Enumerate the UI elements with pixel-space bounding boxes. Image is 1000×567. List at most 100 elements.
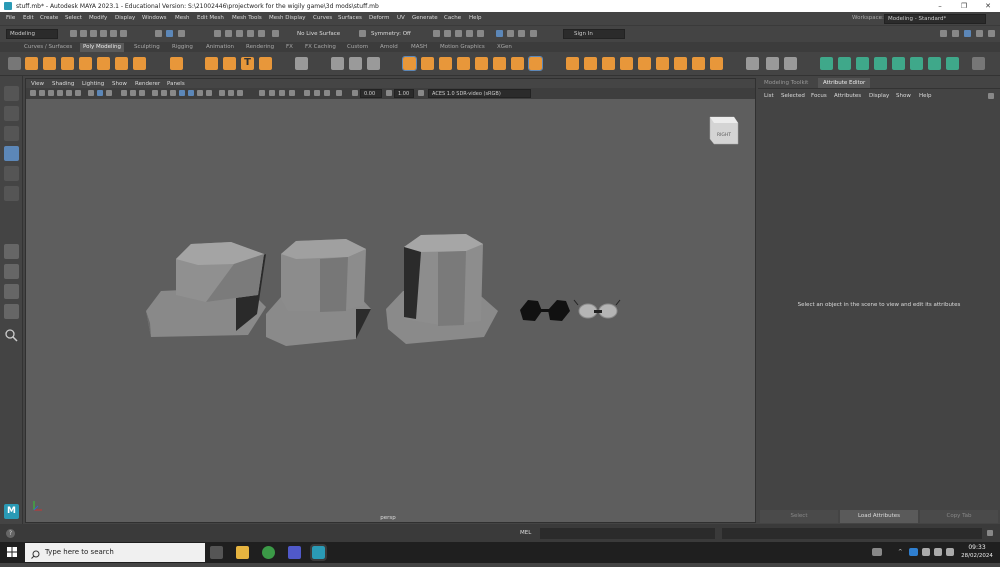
- multi-cut-icon[interactable]: [511, 57, 524, 70]
- modeling-toolkit-icon[interactable]: [988, 30, 995, 37]
- hat-mesh-3[interactable]: [386, 234, 498, 344]
- planar-map-icon[interactable]: [710, 57, 723, 70]
- snap-curve-icon[interactable]: [225, 30, 232, 37]
- menu-display[interactable]: Display: [115, 15, 135, 21]
- tab-xgen[interactable]: XGen: [497, 43, 512, 52]
- keyboard-icon[interactable]: [872, 548, 882, 556]
- close-button[interactable]: ✕: [976, 0, 1000, 12]
- sign-in-dropdown[interactable]: Sign In: [563, 29, 625, 39]
- two-view-icon[interactable]: [4, 284, 19, 299]
- ae-menu-show[interactable]: Show: [896, 93, 911, 99]
- isolate-select-icon[interactable]: [304, 90, 310, 96]
- single-view-icon[interactable]: [4, 244, 19, 259]
- workspace-dropdown[interactable]: Modeling - Standard*: [884, 14, 986, 24]
- types-icon[interactable]: [295, 57, 308, 70]
- shelf-scroll-icon[interactable]: [972, 57, 985, 70]
- help-line-icon[interactable]: ?: [6, 529, 15, 538]
- channel-box-icon[interactable]: [952, 30, 959, 37]
- bridge-icon[interactable]: [421, 57, 434, 70]
- hat-mesh-1[interactable]: [146, 242, 266, 337]
- safe-action-icon[interactable]: [139, 90, 145, 96]
- default-material-icon[interactable]: [179, 90, 185, 96]
- menu-deform[interactable]: Deform: [369, 15, 389, 21]
- spray-brush-icon[interactable]: [946, 57, 959, 70]
- ae-menu-list[interactable]: List: [764, 93, 774, 99]
- tray-overflow-icon[interactable]: ^: [898, 549, 903, 555]
- tab-rendering[interactable]: Rendering: [246, 43, 274, 52]
- panel-menu-lighting[interactable]: Lighting: [82, 81, 104, 87]
- menu-file[interactable]: File: [6, 15, 15, 21]
- tab-arnold[interactable]: Arnold: [380, 43, 398, 52]
- xray-joints-icon[interactable]: [228, 90, 234, 96]
- separate-icon[interactable]: [349, 57, 362, 70]
- select-object-icon[interactable]: [166, 30, 173, 37]
- teams-icon[interactable]: [288, 546, 301, 559]
- pinch-brush-icon[interactable]: [892, 57, 905, 70]
- move-tool-icon[interactable]: [4, 146, 19, 161]
- command-input[interactable]: [540, 528, 715, 539]
- panel-menu-show[interactable]: Show: [112, 81, 127, 87]
- triangulate-icon[interactable]: [656, 57, 669, 70]
- multisample-aa-icon[interactable]: [279, 90, 285, 96]
- uv-editor-icon[interactable]: [692, 57, 705, 70]
- script-editor-icon[interactable]: [987, 530, 993, 536]
- scale-tool-icon[interactable]: [4, 186, 19, 201]
- tab-custom[interactable]: Custom: [347, 43, 368, 52]
- select-tool-icon[interactable]: [4, 86, 19, 101]
- ae-menu-display[interactable]: Display: [869, 93, 889, 99]
- shadows-icon[interactable]: [206, 90, 212, 96]
- volume-icon[interactable]: [934, 548, 942, 556]
- image-plane-icon[interactable]: [57, 90, 63, 96]
- load-attributes-button[interactable]: Load Attributes: [840, 510, 918, 523]
- menu-edit[interactable]: Edit: [23, 15, 34, 21]
- panel-menu-shading[interactable]: Shading: [52, 81, 74, 87]
- render-view-icon[interactable]: [444, 30, 451, 37]
- use-all-lights-icon[interactable]: [197, 90, 203, 96]
- grease-pencil-icon[interactable]: [75, 90, 81, 96]
- ae-menu-attributes[interactable]: Attributes: [834, 93, 861, 99]
- maya-taskbar-icon[interactable]: [310, 544, 327, 561]
- search-icon[interactable]: [4, 328, 19, 343]
- poly-torus-icon[interactable]: [97, 57, 110, 70]
- snap-point-icon[interactable]: [236, 30, 243, 37]
- new-scene-icon[interactable]: [70, 30, 77, 37]
- paint-select-icon[interactable]: [4, 126, 19, 141]
- snap-surface-icon[interactable]: [258, 30, 265, 37]
- 2d-pan-zoom-icon[interactable]: [66, 90, 72, 96]
- motion-blur-icon[interactable]: [269, 90, 275, 96]
- delete-history-icon[interactable]: [784, 57, 797, 70]
- text-icon[interactable]: T: [241, 57, 254, 70]
- sculpt-tool-icon[interactable]: [820, 57, 833, 70]
- textured-icon[interactable]: [188, 90, 194, 96]
- xray-icon[interactable]: [219, 90, 225, 96]
- tool-settings-icon[interactable]: [976, 30, 983, 37]
- select-button[interactable]: Select: [760, 510, 838, 523]
- tab-fx[interactable]: FX: [286, 43, 293, 52]
- glasses-mesh-light[interactable]: [573, 299, 621, 319]
- relax-brush-icon[interactable]: [856, 57, 869, 70]
- smooth-icon[interactable]: [367, 57, 380, 70]
- film-gate-icon[interactable]: [97, 90, 103, 96]
- hat-mesh-2[interactable]: [266, 239, 371, 346]
- pause-icon[interactable]: [530, 30, 537, 37]
- shelf-settings-icon[interactable]: [8, 57, 21, 70]
- select-component-icon[interactable]: [178, 30, 185, 37]
- hud-icon[interactable]: [314, 90, 320, 96]
- remesh-icon[interactable]: [620, 57, 633, 70]
- menu-cache[interactable]: Cache: [444, 15, 461, 21]
- poly-cube-icon[interactable]: [43, 57, 56, 70]
- poly-disc-icon[interactable]: [133, 57, 146, 70]
- battery-icon[interactable]: [946, 548, 954, 556]
- freeze-transform-icon[interactable]: [746, 57, 759, 70]
- mode-dropdown[interactable]: Modeling: [6, 29, 58, 39]
- quadrangulate-icon[interactable]: [674, 57, 687, 70]
- gamma-input[interactable]: 1.00: [394, 89, 414, 98]
- clock-date[interactable]: 28/02/2024: [958, 553, 996, 559]
- lasso-tool-icon[interactable]: [4, 106, 19, 121]
- retopology-icon[interactable]: [638, 57, 651, 70]
- wireframe-icon[interactable]: [152, 90, 158, 96]
- onedrive-icon[interactable]: [909, 548, 918, 556]
- wireframe-on-shaded-icon[interactable]: [170, 90, 176, 96]
- save-scene-icon[interactable]: [90, 30, 97, 37]
- minimize-button[interactable]: –: [928, 0, 952, 12]
